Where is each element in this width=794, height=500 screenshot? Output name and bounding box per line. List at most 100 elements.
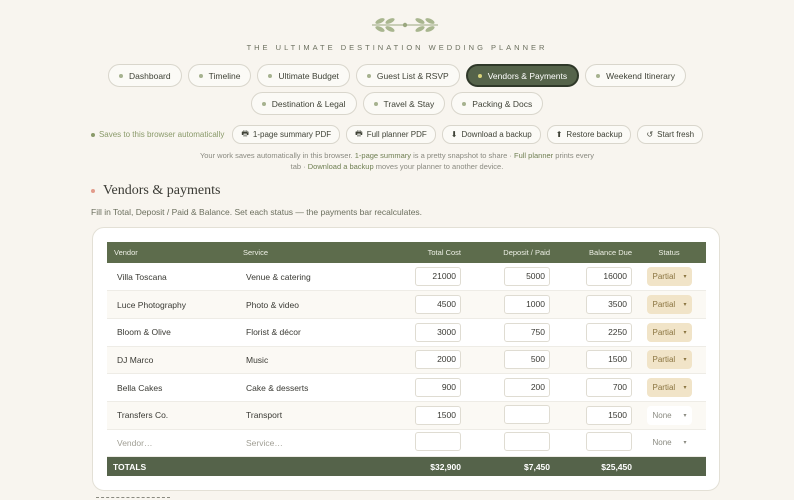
status-value: None bbox=[652, 438, 672, 448]
vendor-cell[interactable]: DJ Marco bbox=[107, 346, 243, 375]
tab-label: Weekend Itinerary bbox=[606, 70, 675, 81]
tab-travel-stay[interactable]: Travel & Stay bbox=[362, 92, 446, 115]
status-select[interactable]: None ▾ bbox=[646, 405, 692, 425]
vendor-cell[interactable]: Bella Cakes bbox=[107, 373, 243, 402]
tab-label: Ultimate Budget bbox=[278, 70, 339, 81]
totals-total-cost: $32,900 bbox=[383, 456, 461, 476]
summary-pdf-button[interactable]: 🖶 1-page summary PDF bbox=[232, 125, 341, 144]
chevron-down-icon: ▾ bbox=[683, 302, 687, 309]
vendor-placeholder[interactable]: Vendor… bbox=[107, 429, 243, 458]
deposit-input[interactable]: 200 bbox=[504, 378, 550, 398]
start-fresh-button[interactable]: ↺ Start fresh bbox=[637, 125, 704, 144]
balance-input[interactable]: 1500 bbox=[586, 405, 632, 425]
status-select[interactable]: Partial ▾ bbox=[646, 267, 692, 287]
info-text-part: is a pretty snapshot to share · bbox=[411, 151, 514, 160]
deposit-input[interactable]: 750 bbox=[504, 322, 550, 342]
download-arrow-icon: ⬇ bbox=[450, 130, 458, 139]
tab-dot-icon bbox=[596, 73, 601, 78]
printer-icon: 🖶 bbox=[355, 128, 363, 138]
tab-label: Guest List & RSVP bbox=[376, 70, 449, 81]
balance-input[interactable]: 1500 bbox=[586, 350, 632, 370]
nav-tabs-row-1: Dashboard Timeline Ultimate Budget Guest… bbox=[0, 64, 794, 87]
deposit-input[interactable]: 1000 bbox=[504, 295, 550, 315]
balance-input[interactable]: 3500 bbox=[586, 295, 632, 315]
table-row: Transfers Co. Transport 1500 1500 None ▾ bbox=[107, 401, 706, 430]
autosave-indicator: Saves to this browser automatically bbox=[90, 130, 224, 139]
total-cost-input[interactable]: 21000 bbox=[415, 267, 461, 287]
leaf-sprig-icon bbox=[372, 18, 438, 32]
total-cost-input[interactable]: 3000 bbox=[415, 322, 461, 342]
tab-destination-legal[interactable]: Destination & Legal bbox=[250, 92, 357, 115]
service-cell[interactable]: Transport bbox=[243, 401, 383, 430]
download-label: Download a backup bbox=[461, 130, 532, 139]
chevron-down-icon: ▾ bbox=[683, 357, 687, 364]
service-placeholder[interactable]: Service… bbox=[243, 429, 383, 458]
download-backup-button[interactable]: ⬇ Download a backup bbox=[441, 125, 541, 144]
service-cell[interactable]: Cake & desserts bbox=[243, 373, 383, 402]
tab-dashboard[interactable]: Dashboard bbox=[108, 64, 182, 87]
tab-dot-icon bbox=[119, 73, 124, 78]
tab-dot-icon bbox=[477, 73, 482, 78]
service-cell[interactable]: Venue & catering bbox=[243, 263, 383, 292]
total-cost-input[interactable]: 4500 bbox=[415, 295, 461, 315]
status-select[interactable]: Partial ▾ bbox=[646, 295, 692, 315]
balance-input[interactable]: 2250 bbox=[586, 322, 632, 342]
full-planner-pdf-button[interactable]: 🖶 Full planner PDF bbox=[346, 125, 436, 144]
header-vendor: Vendor bbox=[114, 248, 138, 257]
status-select[interactable]: Partial ▾ bbox=[646, 378, 692, 398]
section-title: Vendors & payments bbox=[91, 183, 220, 199]
status-select[interactable]: Partial ▾ bbox=[646, 350, 692, 370]
download-backup-link[interactable]: Download a backup bbox=[308, 162, 374, 171]
service-cell[interactable]: Music bbox=[243, 346, 383, 375]
tab-vendors-payments[interactable]: Vendors & Payments bbox=[465, 64, 580, 87]
tab-ultimate-budget[interactable]: Ultimate Budget bbox=[257, 64, 350, 87]
status-value: Partial bbox=[652, 327, 676, 337]
chevron-down-icon: ▾ bbox=[683, 440, 687, 447]
info-text-part: moves your planner to another device. bbox=[373, 162, 504, 171]
table-row: Bella Cakes Cake & desserts 900 200 700 … bbox=[107, 373, 706, 402]
tab-label: Vendors & Payments bbox=[487, 70, 568, 81]
balance-input[interactable] bbox=[586, 432, 632, 452]
status-select[interactable]: None ▾ bbox=[646, 433, 692, 453]
tab-packing-docs[interactable]: Packing & Docs bbox=[451, 92, 544, 115]
toolbar: Saves to this browser automatically 🖶 1-p… bbox=[0, 125, 794, 144]
header-status: Status bbox=[658, 248, 680, 257]
summary-link[interactable]: 1-page summary bbox=[355, 151, 411, 160]
full-planner-link[interactable]: Full planner bbox=[514, 151, 553, 160]
tab-timeline[interactable]: Timeline bbox=[187, 64, 252, 87]
table-row: Villa Toscana Venue & catering 21000 500… bbox=[107, 263, 706, 292]
vendors-table: Vendor Service Total Cost Deposit / Paid… bbox=[107, 242, 706, 476]
restore-label: Restore backup bbox=[566, 130, 623, 139]
vendor-cell[interactable]: Bloom & Olive bbox=[107, 318, 243, 347]
balance-input[interactable]: 700 bbox=[586, 378, 632, 398]
total-cost-input[interactable]: 1500 bbox=[415, 405, 461, 425]
balance-input[interactable]: 16000 bbox=[586, 267, 632, 287]
service-cell[interactable]: Florist & décor bbox=[243, 318, 383, 347]
service-cell[interactable]: Photo & video bbox=[243, 290, 383, 319]
tab-label: Dashboard bbox=[129, 70, 171, 81]
nav-tabs-row-2: Destination & Legal Travel & Stay Packin… bbox=[0, 92, 794, 115]
status-select[interactable]: Partial ▾ bbox=[646, 322, 692, 342]
total-cost-input[interactable]: 900 bbox=[415, 378, 461, 398]
vendor-cell[interactable]: Luce Photography bbox=[107, 290, 243, 319]
table-row: Luce Photography Photo & video 4500 1000… bbox=[107, 290, 706, 319]
deposit-input[interactable] bbox=[504, 432, 550, 452]
tab-label: Timeline bbox=[208, 70, 241, 81]
vendor-cell[interactable]: Transfers Co. bbox=[107, 401, 243, 430]
tab-dot-icon bbox=[268, 73, 273, 78]
deposit-input[interactable]: 5000 bbox=[504, 267, 550, 287]
tab-guest-list[interactable]: Guest List & RSVP bbox=[355, 64, 460, 87]
restore-backup-button[interactable]: ⬆ Restore backup bbox=[546, 125, 632, 144]
tab-dot-icon bbox=[462, 101, 467, 106]
total-cost-input[interactable]: 2000 bbox=[415, 350, 461, 370]
totals-deposit: $7,450 bbox=[461, 456, 550, 476]
deposit-input[interactable]: 500 bbox=[504, 350, 550, 370]
total-cost-input[interactable] bbox=[415, 432, 461, 452]
deposit-input[interactable] bbox=[504, 404, 550, 424]
totals-row: TOTALS $32,900 $7,450 $25,450 bbox=[107, 456, 706, 476]
tab-weekend-itinerary[interactable]: Weekend Itinerary bbox=[585, 64, 686, 87]
app-tagline: THE ULTIMATE DESTINATION WEDDING PLANNER bbox=[246, 43, 548, 52]
status-value: Partial bbox=[652, 355, 676, 365]
table-row-new: Vendor… Service… None ▾ bbox=[107, 429, 706, 458]
vendor-cell[interactable]: Villa Toscana bbox=[107, 263, 243, 292]
